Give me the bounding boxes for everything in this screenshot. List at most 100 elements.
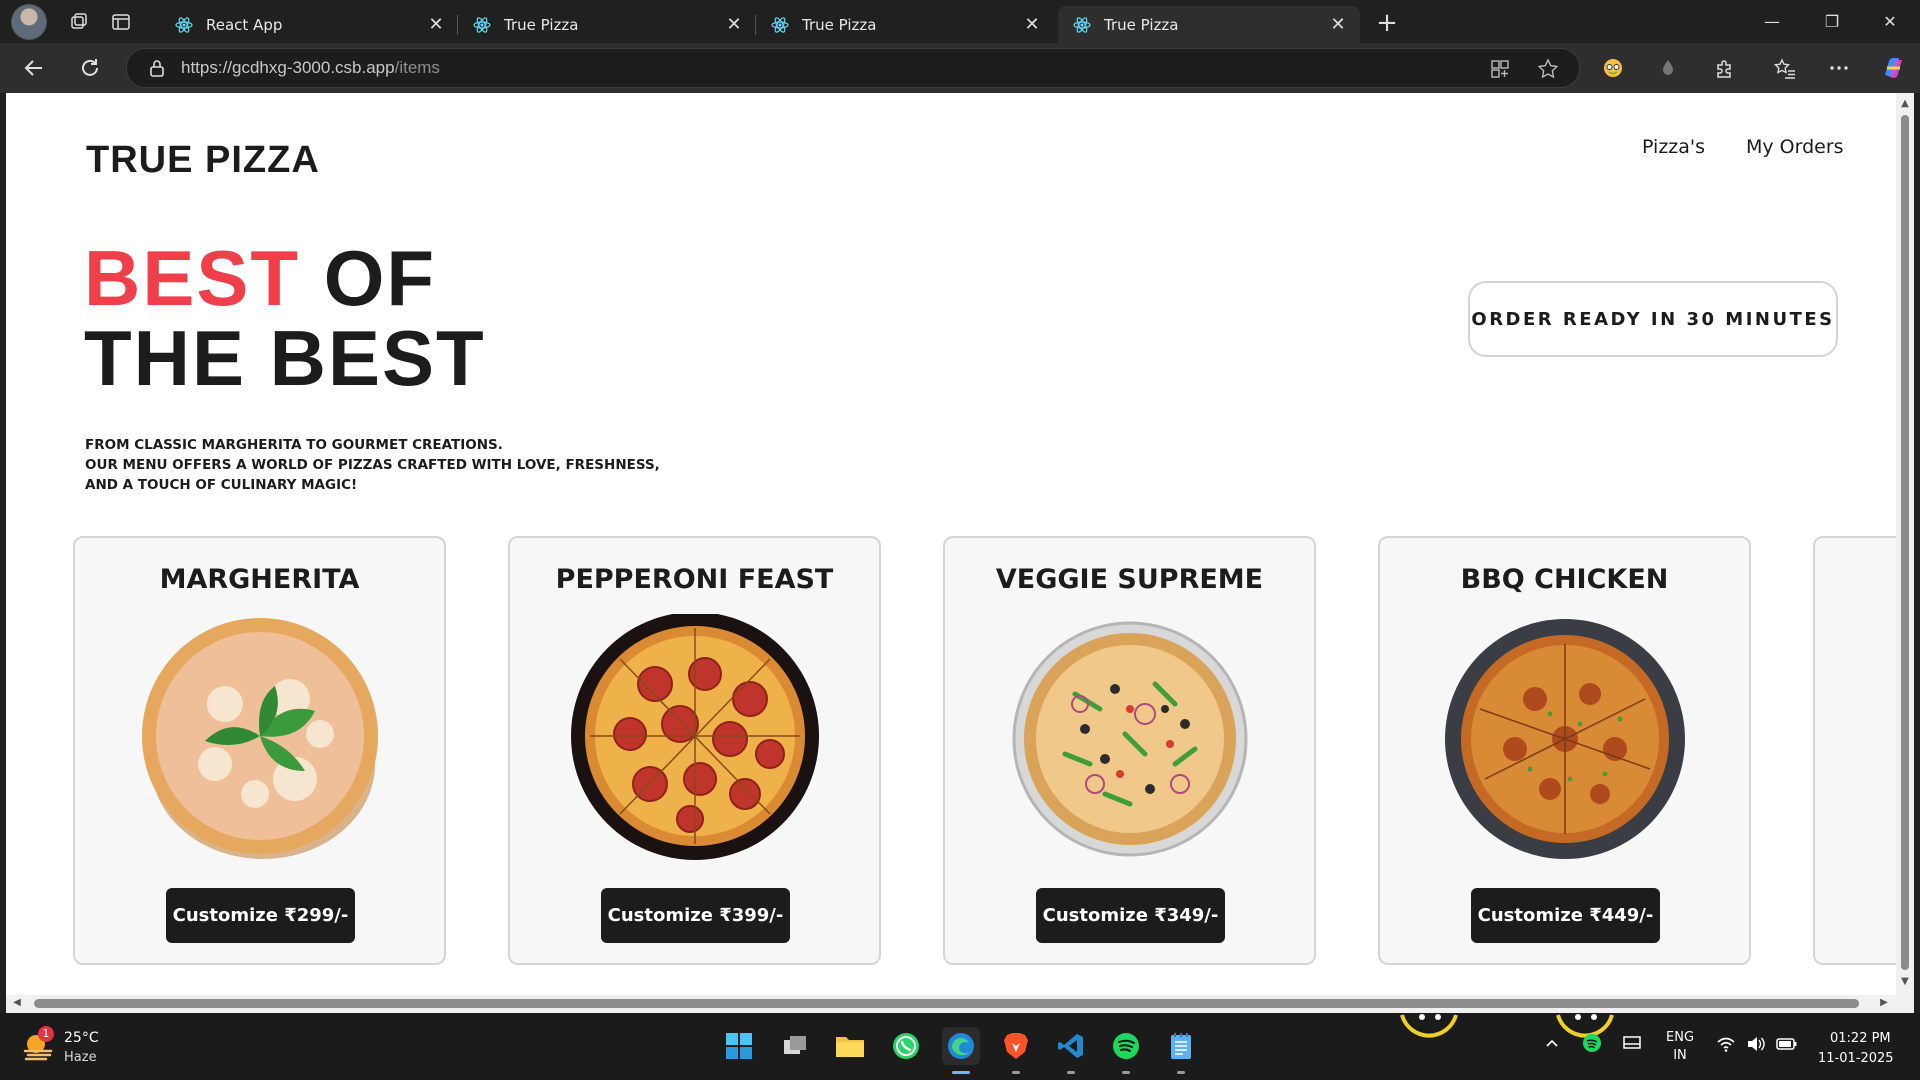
show-hidden-icons-chevron-icon[interactable] bbox=[1544, 1035, 1560, 1055]
region-code: IN bbox=[1673, 1048, 1687, 1063]
weather-condition[interactable]: Haze bbox=[64, 1050, 97, 1065]
task-view-icon[interactable] bbox=[776, 1027, 814, 1065]
react-icon bbox=[473, 16, 491, 33]
display-tray-icon[interactable] bbox=[1622, 1035, 1642, 1057]
restore-button[interactable]: ❐ bbox=[1802, 0, 1862, 43]
copilot-icon[interactable] bbox=[1880, 55, 1906, 81]
react-icon bbox=[1073, 16, 1091, 33]
url-text: https://gcdhxg-3000.csb.app/items bbox=[181, 58, 440, 78]
scroll-left-arrow-icon[interactable]: ◀ bbox=[12, 998, 22, 1008]
vertical-scroll-thumb[interactable] bbox=[1901, 115, 1909, 970]
spotify-icon[interactable] bbox=[1107, 1027, 1145, 1065]
favorite-star-icon[interactable] bbox=[1537, 58, 1559, 80]
windows-taskbar: 1 25°C Haze ENG IN 01:22 PM 11-01-2025 bbox=[0, 1013, 1920, 1080]
battery-icon[interactable] bbox=[1776, 1035, 1798, 1057]
site-logo[interactable]: TRUE PIZZA bbox=[86, 139, 320, 182]
weather-temperature[interactable]: 25°C bbox=[64, 1030, 99, 1046]
pizza-name: VEGGIE SUPREME bbox=[995, 564, 1264, 595]
margherita-image bbox=[142, 618, 378, 859]
order-ready-badge: ORDER READY IN 30 MINUTES bbox=[1468, 281, 1838, 357]
weather-notification-badge: 1 bbox=[38, 1026, 54, 1042]
extensions-puzzle-icon[interactable] bbox=[1712, 55, 1738, 81]
pizza-card-pepperoni: PEPPERONI FEAST Customize ₹399/- bbox=[508, 536, 881, 965]
start-icon[interactable] bbox=[720, 1027, 758, 1065]
back-button[interactable] bbox=[18, 52, 50, 84]
pizza-card-margherita: MARGHERITA Customize ₹299/- bbox=[73, 536, 446, 965]
address-bar[interactable]: https://gcdhxg-3000.csb.app/items bbox=[126, 48, 1580, 88]
scroll-right-arrow-icon[interactable]: ▶ bbox=[1879, 998, 1889, 1008]
nav-pizzas-link[interactable]: Pizza's bbox=[1642, 136, 1705, 158]
file-explorer-icon[interactable] bbox=[831, 1027, 869, 1065]
customize-margherita-button[interactable]: Customize ₹299/- bbox=[166, 888, 355, 943]
bbq-chicken-image bbox=[1445, 619, 1685, 859]
whatsapp-icon[interactable] bbox=[887, 1027, 925, 1065]
notepad-icon[interactable] bbox=[1162, 1027, 1200, 1065]
url-host: https://gcdhxg-3000.csb.app bbox=[181, 58, 395, 77]
running-indicator bbox=[1012, 1071, 1020, 1074]
scroll-down-arrow-icon[interactable]: ▼ bbox=[1900, 977, 1910, 987]
wifi-icon[interactable] bbox=[1716, 1035, 1736, 1057]
running-indicator bbox=[1067, 1071, 1075, 1074]
active-indicator bbox=[952, 1071, 970, 1074]
hero-heading: BEST OF THE BEST bbox=[84, 238, 486, 398]
pizza-card-bbq-chicken: BBQ CHICKEN Customize ₹449/- bbox=[1378, 536, 1751, 965]
close-tab-icon[interactable]: ✕ bbox=[426, 14, 446, 35]
scroll-up-arrow-icon[interactable]: ▲ bbox=[1900, 99, 1910, 109]
app-available-icon[interactable] bbox=[1489, 58, 1511, 80]
extension-face-icon[interactable] bbox=[1600, 55, 1626, 81]
vscode-icon[interactable] bbox=[1052, 1027, 1090, 1065]
close-tab-icon[interactable]: ✕ bbox=[724, 14, 744, 35]
close-tab-icon[interactable]: ✕ bbox=[1328, 14, 1348, 35]
pizza-name: MARGHERITA bbox=[159, 564, 360, 595]
horizontal-scrollbar[interactable]: ◀ ▶ bbox=[6, 995, 1914, 1013]
react-icon bbox=[175, 16, 193, 33]
edge-icon[interactable] bbox=[942, 1027, 980, 1065]
spotify-tray-icon[interactable] bbox=[1582, 1033, 1602, 1057]
clock-date[interactable]: 11-01-2025 bbox=[1818, 1051, 1894, 1066]
pizza-card-veggie: VEGGIE SUPREME Customize ₹349/- bbox=[943, 536, 1316, 965]
brave-icon[interactable] bbox=[997, 1027, 1035, 1065]
tagline-line: Our menu offers a world of pizzas crafte… bbox=[85, 457, 660, 473]
tagline-line: From classic Margherita to gourmet creat… bbox=[85, 437, 503, 453]
tab-true-pizza-2[interactable]: True Pizza ✕ bbox=[756, 6, 1054, 43]
tab-title: React App bbox=[206, 15, 283, 34]
pizza-name: BBQ CHICKEN bbox=[1460, 564, 1669, 595]
widget-face-icon bbox=[1400, 1014, 1458, 1038]
workspaces-icon[interactable] bbox=[65, 8, 93, 36]
minimize-button[interactable]: — bbox=[1742, 0, 1802, 43]
nav-my-orders-link[interactable]: My Orders bbox=[1746, 136, 1844, 158]
new-tab-button[interactable]: + bbox=[1372, 8, 1402, 38]
language-code: ENG bbox=[1666, 1030, 1695, 1045]
running-indicator bbox=[1122, 1071, 1130, 1074]
profile-avatar[interactable] bbox=[11, 3, 47, 40]
refresh-button[interactable] bbox=[74, 52, 106, 84]
pizza-card-partial bbox=[1813, 536, 1896, 965]
horizontal-scroll-thumb[interactable] bbox=[34, 999, 1859, 1008]
refresh-icon bbox=[82, 59, 98, 76]
vertical-tabs-icon[interactable] bbox=[107, 8, 135, 36]
customize-veggie-button[interactable]: Customize ₹349/- bbox=[1036, 888, 1225, 943]
lock-icon[interactable] bbox=[147, 58, 167, 78]
tagline: From classic Margherita to gourmet creat… bbox=[85, 435, 660, 495]
customize-bbq-chicken-button[interactable]: Customize ₹449/- bbox=[1471, 888, 1660, 943]
browser-toolbar: https://gcdhxg-3000.csb.app/items bbox=[0, 43, 1920, 93]
close-tab-icon[interactable]: ✕ bbox=[1022, 14, 1042, 35]
more-menu-icon[interactable] bbox=[1826, 55, 1852, 81]
tab-true-pizza-1[interactable]: True Pizza ✕ bbox=[458, 6, 756, 43]
customize-pepperoni-button[interactable]: Customize ₹399/- bbox=[601, 888, 790, 943]
tab-react-app[interactable]: React App ✕ bbox=[160, 6, 458, 43]
clock-time[interactable]: 01:22 PM bbox=[1830, 1031, 1891, 1046]
hero-line2: THE BEST bbox=[84, 314, 486, 402]
vertical-scrollbar[interactable]: ▲ ▼ bbox=[1896, 93, 1914, 995]
pepperoni-image bbox=[571, 614, 819, 860]
tab-true-pizza-active[interactable]: True Pizza ✕ bbox=[1058, 6, 1360, 43]
volume-icon[interactable] bbox=[1746, 1035, 1766, 1057]
favorites-collection-icon[interactable] bbox=[1772, 55, 1798, 81]
language-indicator[interactable]: ENG IN bbox=[1666, 1029, 1694, 1065]
back-arrow-icon bbox=[24, 60, 42, 76]
veggie-supreme-image bbox=[1012, 621, 1248, 857]
extension-drop-icon[interactable] bbox=[1655, 55, 1681, 81]
tab-title: True Pizza bbox=[802, 15, 877, 34]
close-window-button[interactable]: ✕ bbox=[1860, 0, 1920, 43]
tab-title: True Pizza bbox=[504, 15, 579, 34]
